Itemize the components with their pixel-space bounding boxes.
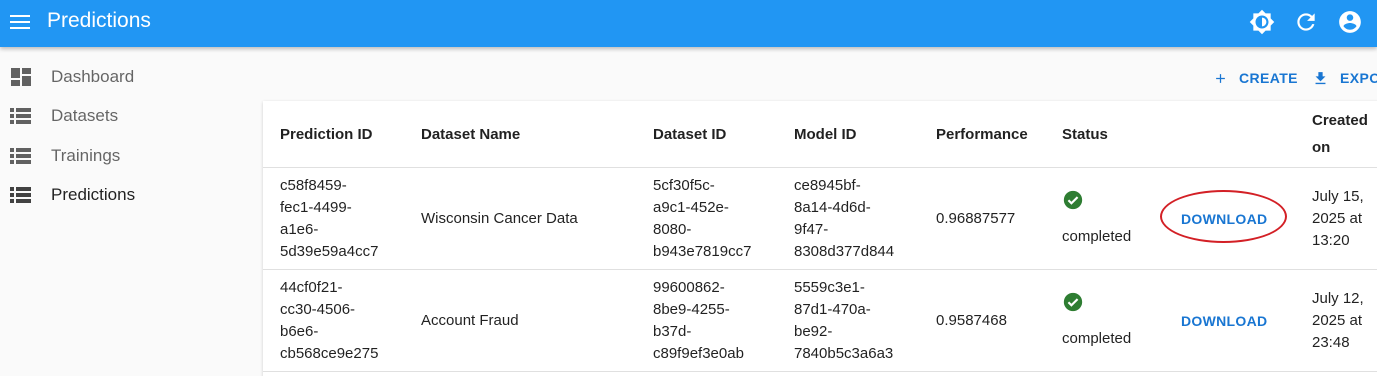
created-part: 23:48	[1312, 333, 1350, 351]
page-title: Predictions	[47, 9, 151, 32]
header-performance[interactable]: Performance	[936, 101, 1028, 167]
prediction-id-cell: c58f8459- fec1-4499- a1e6- 5d39e59a4cc7	[280, 168, 378, 269]
sidebar-item-label: Predictions	[51, 185, 136, 204]
dataset-name-cell: Account Fraud	[421, 311, 519, 329]
id-part: 5d39e59a4cc7	[280, 242, 379, 260]
id-part: 9f47-	[794, 220, 829, 238]
id-part: 87d1-470a-	[794, 300, 871, 318]
id-part: b943e7819cc7	[653, 242, 752, 260]
table-row: c58f8459- fec1-4499- a1e6- 5d39e59a4cc7 …	[263, 167, 1377, 269]
table-row: 44cf0f21- cc30-4506- b6e6- cb568ce9e275 …	[263, 269, 1377, 371]
id-part: fec1-4499-	[280, 198, 352, 216]
header-model-id[interactable]: Model ID	[794, 101, 857, 167]
download-button[interactable]: DOWNLOAD	[1181, 168, 1267, 269]
download-button[interactable]: DOWNLOAD	[1181, 270, 1267, 371]
model-id-cell: 5559c3e1- 87d1-470a- be92- 7840b5c3a6a3	[794, 270, 893, 371]
sidebar-item-label: Dashboard	[51, 67, 135, 86]
id-part: c58f8459-	[280, 176, 347, 194]
export-button[interactable]: EXPO	[1312, 67, 1377, 89]
header-created-on[interactable]: Created on	[1312, 101, 1368, 167]
dataset-id-cell: 99600862- 8be9-4255- b37d- c89f9ef3e0ab	[653, 270, 744, 371]
created-part: July 15,	[1312, 187, 1364, 205]
id-part: b6e6-	[280, 322, 319, 340]
model-id-cell: ce8945bf- 8a14-4d6d- 9f47- 8308d377d844	[794, 168, 894, 269]
header-prediction-id[interactable]: Prediction ID	[280, 101, 373, 167]
created-part: July 12,	[1312, 289, 1364, 307]
sidebar-item-datasets[interactable]: Datasets	[0, 97, 250, 135]
id-part: be92-	[794, 322, 833, 340]
id-part: 5cf30f5c-	[653, 176, 715, 194]
prediction-id-cell: 44cf0f21- cc30-4506- b6e6- cb568ce9e275	[280, 270, 378, 371]
dataset-id-cell: 5cf30f5c- a9c1-452e- 8080- b943e7819cc7	[653, 168, 751, 269]
menu-icon[interactable]	[9, 13, 31, 31]
id-part: b37d-	[653, 322, 692, 340]
created-on-cell: July 15, 2025 at 13:20	[1312, 168, 1364, 269]
sidebar-item-label: Trainings	[51, 146, 121, 165]
created-part: 13:20	[1312, 231, 1350, 249]
id-part: 8be9-4255-	[653, 300, 730, 318]
check-circle-icon	[1063, 190, 1083, 209]
created-part: 2025 at	[1312, 311, 1363, 329]
id-part: 8080-	[653, 220, 692, 238]
create-label: CREATE	[1239, 70, 1298, 86]
id-part: a1e6-	[280, 220, 319, 238]
id-part: cc30-4506-	[280, 300, 356, 318]
sidebar-item-trainings[interactable]: Trainings	[0, 137, 250, 175]
check-circle-icon	[1063, 292, 1083, 311]
list-icon	[10, 108, 31, 124]
id-part: 8a14-4d6d-	[794, 198, 871, 216]
account-icon[interactable]	[1337, 9, 1363, 35]
sidebar-item-label: Datasets	[51, 106, 119, 125]
id-part: 44cf0f21-	[280, 278, 343, 296]
id-part: 7840b5c3a6a3	[794, 344, 894, 362]
sidebar-item-predictions[interactable]: Predictions	[0, 176, 250, 214]
dataset-name-cell: Wisconsin Cancer Data	[421, 209, 578, 227]
export-label: EXPO	[1340, 70, 1377, 86]
header-created-line1: Created	[1312, 112, 1368, 129]
list-icon	[10, 148, 31, 164]
predictions-table: Prediction ID Dataset Name Dataset ID Mo…	[263, 101, 1377, 376]
status-cell: completed	[1062, 270, 1131, 371]
sidebar-item-dashboard[interactable]: Dashboard	[0, 58, 250, 96]
id-part: a9c1-452e-	[653, 198, 729, 216]
list-icon	[10, 187, 31, 203]
table-row	[263, 371, 1377, 376]
performance-cell: 0.96887577	[936, 209, 1016, 227]
id-part: c89f9ef3e0ab	[653, 344, 744, 362]
download-icon	[1315, 71, 1326, 84]
app-bar: Predictions	[0, 0, 1377, 47]
dashboard-icon	[11, 68, 31, 86]
performance-cell: 0.9587468	[936, 311, 1007, 329]
id-part: cb568ce9e275	[280, 344, 379, 362]
header-dataset-id[interactable]: Dataset ID	[653, 101, 726, 167]
header-dataset-name[interactable]: Dataset Name	[421, 101, 520, 167]
header-created-line2: on	[1312, 139, 1331, 156]
created-part: 2025 at	[1312, 209, 1363, 227]
id-part: 5559c3e1-	[794, 278, 865, 296]
id-part: 8308d377d844	[794, 242, 895, 260]
status-cell: completed	[1062, 168, 1131, 269]
refresh-icon[interactable]	[1293, 9, 1319, 35]
status-label: completed	[1062, 329, 1132, 347]
header-status[interactable]: Status	[1062, 101, 1108, 167]
status-label: completed	[1062, 227, 1132, 245]
brightness-icon[interactable]	[1249, 9, 1275, 35]
create-button[interactable]: CREATE	[1213, 67, 1298, 89]
id-part: 99600862-	[653, 278, 725, 296]
id-part: ce8945bf-	[794, 176, 861, 194]
sidebar: Dashboard Datasets Trainings Predictions	[0, 47, 262, 376]
created-on-cell: July 12, 2025 at 23:48	[1312, 270, 1364, 371]
plus-icon	[1216, 73, 1225, 83]
